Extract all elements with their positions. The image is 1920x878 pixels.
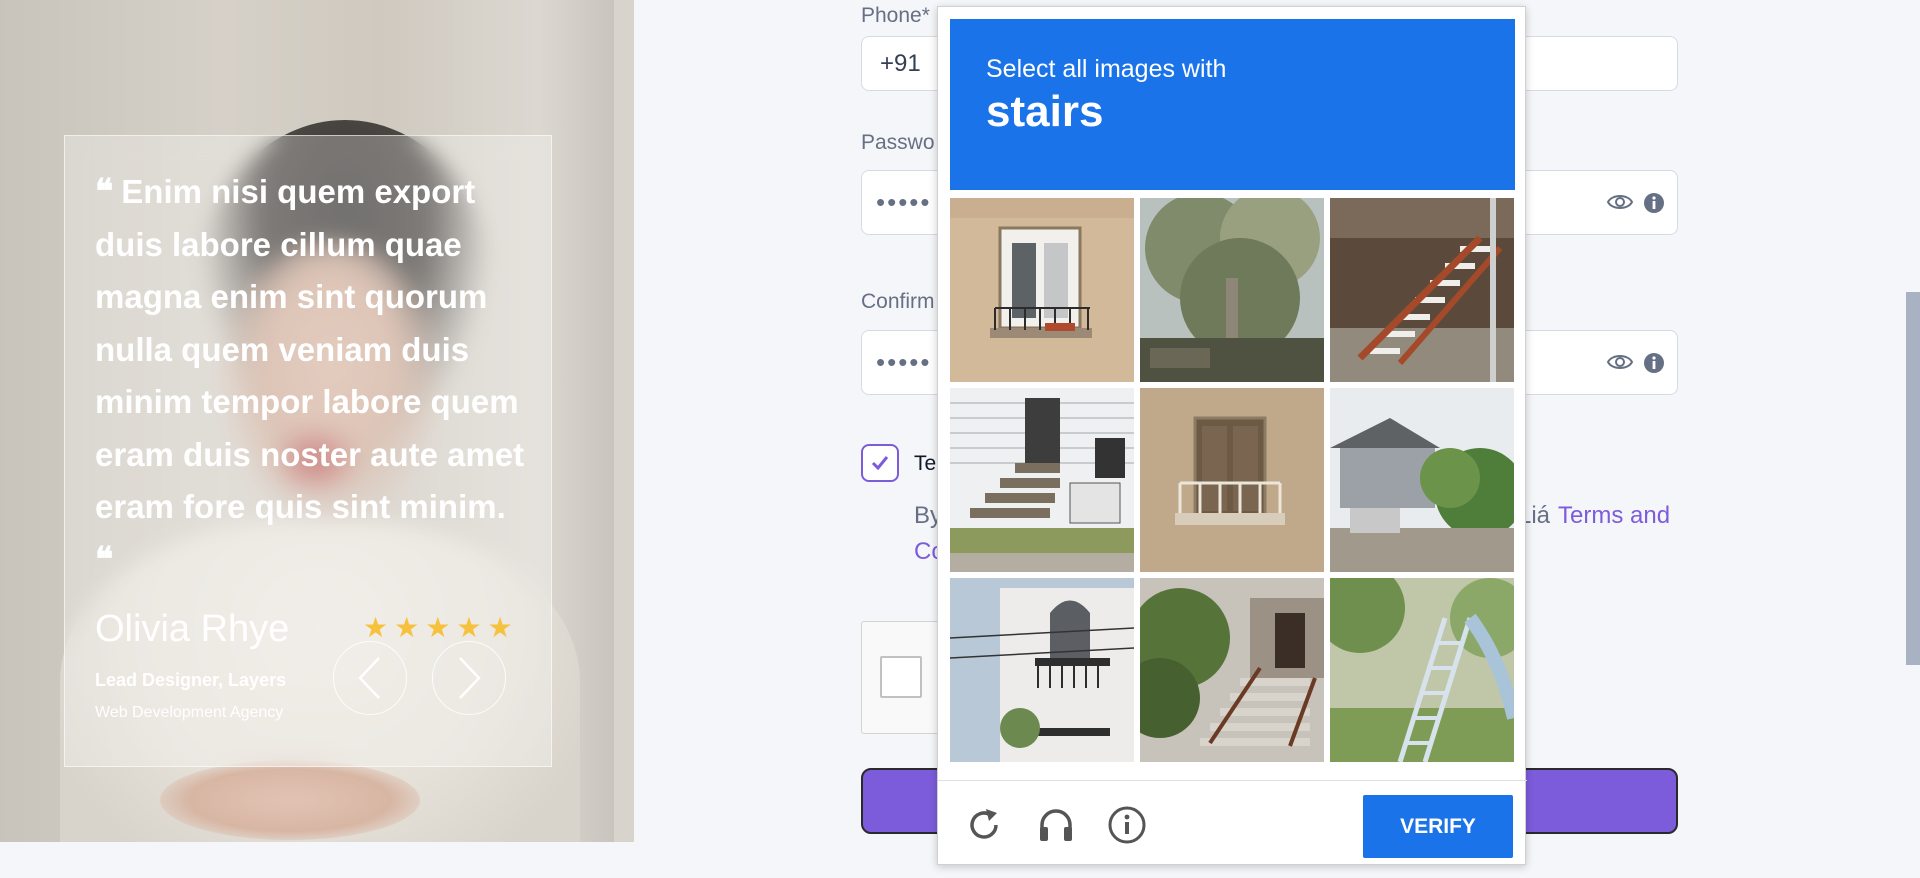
porch-steps-image (950, 388, 1134, 572)
captcha-footer: VERIFY (938, 780, 1527, 866)
password-mask: ••••• (876, 187, 932, 217)
captcha-target-word: stairs (986, 87, 1104, 136)
phone-country-code[interactable]: +91 (880, 50, 921, 78)
info-icon[interactable] (1107, 805, 1147, 845)
captcha-tile-balcony-building[interactable] (950, 198, 1134, 382)
captcha-tile-house-garden[interactable] (1330, 388, 1514, 572)
captcha-tile-entrance-steps[interactable] (1140, 578, 1324, 762)
balcony-facade-image (1140, 388, 1324, 572)
check-icon (871, 456, 889, 471)
testimonial-company: Web Development Agency (95, 704, 284, 721)
captcha-tile-porch-steps[interactable] (950, 388, 1134, 572)
chevron-right-icon (459, 657, 481, 699)
captcha-tile-wooden-stairs[interactable] (1330, 198, 1514, 382)
phone-label: Phone* (861, 4, 930, 27)
hero-photo-hand (160, 760, 420, 840)
terms-checkbox[interactable] (861, 444, 899, 482)
info-icon (1644, 193, 1664, 213)
terms-link[interactable]: Terms and (1558, 502, 1670, 530)
star-icon: ★ (425, 612, 451, 643)
testimonial-card: ❝ Enim nisi quem export duis labore cillu… (64, 135, 552, 767)
terms-label: Te (914, 452, 937, 475)
testimonial-quote-text: Enim nisi quem export duis labore cillum… (95, 173, 525, 525)
star-icon: ★ (456, 612, 482, 643)
previous-testimonial-button[interactable] (333, 641, 407, 715)
testimonial-quote: ❝ Enim nisi quem export duis labore cillu… (95, 166, 525, 586)
scrollbar-thumb[interactable] (1906, 292, 1920, 665)
captcha-tile-balcony-facade[interactable] (1140, 388, 1324, 572)
hero-edge (614, 0, 634, 842)
captcha-tile-white-building[interactable] (950, 578, 1134, 762)
star-icon: ★ (487, 612, 513, 643)
captcha-challenge-dialog: Select all images with stairs VERIFY (937, 6, 1527, 866)
password-label: Passwo (861, 131, 935, 154)
quote-close-mark: ❝ (95, 539, 114, 580)
confirm-password-label: Confirm (861, 290, 935, 313)
wooden-stairs-image (1330, 198, 1514, 382)
balcony-building-image (950, 198, 1134, 382)
captcha-image-grid (950, 198, 1515, 770)
captcha-instruction: Select all images with (986, 55, 1227, 83)
reload-icon[interactable] (964, 805, 1004, 845)
tree-image (1140, 198, 1324, 382)
testimonial-role: Lead Designer, Layers (95, 670, 287, 690)
captcha-header: Select all images with stairs (950, 19, 1515, 190)
info-icon (1644, 353, 1664, 373)
playground-slide-image (1330, 578, 1514, 762)
star-icon: ★ (363, 612, 389, 643)
recaptcha-checkbox[interactable] (880, 656, 922, 698)
star-icon: ★ (394, 612, 420, 643)
captcha-tile-tree[interactable] (1140, 198, 1324, 382)
white-building-image (950, 578, 1134, 762)
audio-icon[interactable] (1036, 805, 1076, 845)
chevron-left-icon (358, 657, 380, 699)
house-garden-image (1330, 388, 1514, 572)
verify-button[interactable]: VERIFY (1363, 795, 1513, 858)
next-testimonial-button[interactable] (432, 641, 506, 715)
rating-stars: ★ ★ ★ ★ ★ (363, 614, 513, 642)
eye-icon[interactable] (1607, 191, 1633, 213)
hero-image-panel: ❝ Enim nisi quem export duis labore cillu… (0, 0, 634, 842)
confirm-password-mask: ••••• (876, 347, 932, 377)
captcha-tile-playground-slide[interactable] (1330, 578, 1514, 762)
eye-icon[interactable] (1607, 351, 1633, 373)
quote-open-mark: ❝ (95, 172, 114, 212)
entrance-steps-image (1140, 578, 1324, 762)
testimonial-name: Olivia Rhye (95, 608, 290, 650)
